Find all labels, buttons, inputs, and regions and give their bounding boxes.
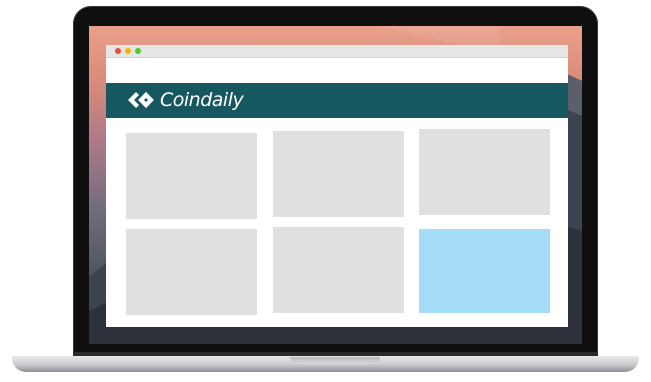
grid-tile-1[interactable] xyxy=(126,133,257,219)
grid-tile-5[interactable] xyxy=(273,227,404,313)
content-grid xyxy=(106,118,568,327)
browser-window: Coindaily xyxy=(106,45,568,327)
grid-tile-6-highlighted[interactable] xyxy=(419,229,550,313)
browser-titlebar xyxy=(106,45,568,58)
close-window-button[interactable] xyxy=(115,48,121,54)
coindaily-arrows-icon xyxy=(128,92,154,108)
logo-wordmark: Coindaily xyxy=(160,89,244,111)
laptop-notch xyxy=(290,357,380,364)
site-header: Coindaily xyxy=(106,83,568,118)
minimize-window-button[interactable] xyxy=(125,48,131,54)
laptop-mockup: Coindaily xyxy=(0,0,651,382)
site-logo[interactable]: Coindaily xyxy=(126,89,244,111)
zoom-window-button[interactable] xyxy=(135,48,141,54)
grid-tile-4[interactable] xyxy=(126,229,257,315)
grid-tile-2[interactable] xyxy=(273,131,404,217)
grid-tile-3[interactable] xyxy=(419,129,550,215)
